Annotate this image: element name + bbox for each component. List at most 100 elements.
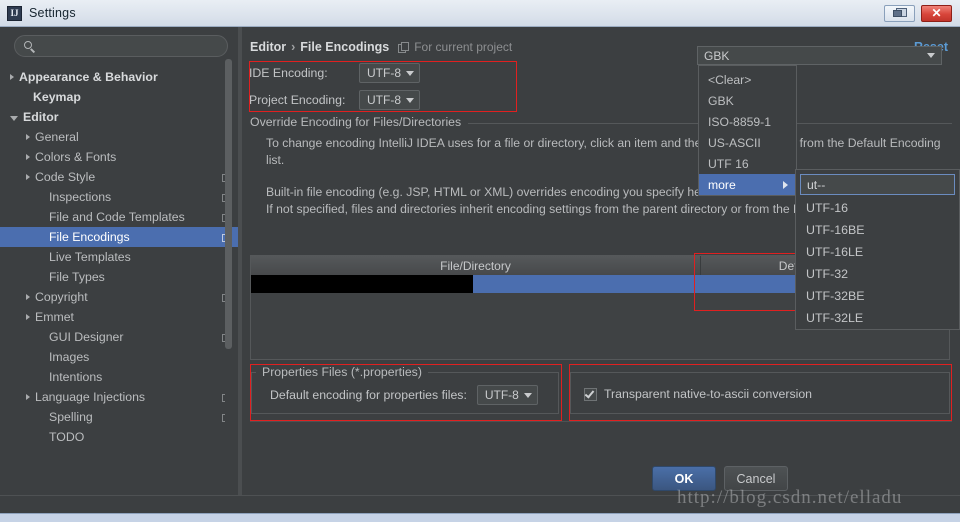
sidebar-item-label: Code Style [35,170,96,184]
sidebar-item-label: Emmet [35,310,74,324]
properties-encoding-row: Default encoding for properties files: U… [270,385,538,405]
sidebar-item-label: Editor [23,110,59,124]
chevron-down-icon [927,53,935,58]
sidebar-item-images[interactable]: Images [0,347,238,367]
sidebar-item-emmet[interactable]: Emmet [0,307,238,327]
submenu-item-utf-16[interactable]: UTF-16 [796,197,959,219]
transparent-conversion-label: Transparent native-to-ascii conversion [604,387,813,401]
sidebar-item-general[interactable]: General [0,127,238,147]
window-title: Settings [29,6,76,20]
search-box[interactable] [14,35,228,57]
dropdown-item-label: UTF 16 [708,156,749,171]
sidebar-item-label: Keymap [33,90,81,104]
settings-tree: Appearance & Behavior Keymap Editor General… [0,67,238,447]
submenu-item-utf-16be[interactable]: UTF-16BE [796,219,959,241]
sidebar-item-file-and-code-templates[interactable]: File and Code Templates [0,207,238,227]
submenu-item-utf-32be[interactable]: UTF-32BE [796,285,959,307]
breadcrumb-separator: › [291,40,296,54]
dropdown-item-label: US-ASCII [708,135,761,150]
cell-file-directory-redacted[interactable] [251,275,473,293]
chevron-right-icon [783,180,788,189]
chevron-down-icon [523,392,532,398]
submenu-item-utf-32le[interactable]: UTF-32LE [796,307,959,329]
project-encoding-combo[interactable]: UTF-8 [359,90,420,110]
sidebar-item-label: TODO [49,430,85,444]
search-icon [23,40,36,53]
breadcrumb-root[interactable]: Editor [250,40,286,54]
scope-label: For current project [414,40,513,54]
sidebar-item-label: GUI Designer [49,330,124,344]
dropdown-item-more[interactable]: more [699,174,796,195]
sidebar-scrollbar-thumb[interactable] [225,59,232,349]
transparent-conversion-row[interactable]: Transparent native-to-ascii conversion [584,387,812,401]
chevron-right-icon[interactable] [26,294,30,300]
ide-encoding-label: IDE Encoding: [249,66,328,80]
sidebar-item-todo[interactable]: TODO [0,427,238,447]
sidebar-item-file-encodings[interactable]: File Encodings [0,227,238,247]
sidebar-item-label: Inspections [49,190,112,204]
window-controls: ✕ [884,4,952,22]
submenu-item-utf-32[interactable]: UTF-32 [796,263,959,285]
transparent-conversion-checkbox[interactable] [584,387,597,401]
sidebar-item-copyright[interactable]: Copyright [0,287,238,307]
cell-file-directory-selected[interactable] [473,275,701,293]
sidebar-item-spelling[interactable]: Spelling [0,407,238,427]
chevron-right-icon[interactable] [10,74,14,80]
sidebar-item-label: File Types [49,270,105,284]
properties-encoding-label: Default encoding for properties files: [270,388,467,402]
dialog-buttons: OK Cancel [652,466,788,491]
sidebar-item-inspections[interactable]: Inspections [0,187,238,207]
chevron-right-icon[interactable] [26,134,30,140]
properties-encoding-combo[interactable]: UTF-8 [476,385,538,405]
sidebar-item-colors-fonts[interactable]: Colors & Fonts [0,147,238,167]
dropdown-item-iso-8859-1[interactable]: ISO-8859-1 [699,111,796,132]
dropdown-item-us-ascii[interactable]: US-ASCII [699,132,796,153]
sidebar-item-live-templates[interactable]: Live Templates [0,247,238,267]
sidebar-item-label: Spelling [49,410,93,424]
close-icon[interactable]: ✕ [921,4,952,22]
sidebar-item-gui-designer[interactable]: GUI Designer [0,327,238,347]
column-header-file-directory[interactable]: File/Directory [251,256,701,275]
sidebar-item-editor[interactable]: Editor [0,107,238,127]
encoding-dropdown-menu[interactable]: <Clear> GBK ISO-8859-1 US-ASCII UTF 16 more [698,65,797,196]
sidebar-item-language-injections[interactable]: Language Injections [0,387,238,407]
cancel-button[interactable]: Cancel [724,466,788,491]
chevron-right-icon[interactable] [26,174,30,180]
window-bottom-strip [0,513,960,522]
dropdown-item-label: more [708,177,736,192]
dropdown-item-label: <Clear> [708,72,752,87]
chevron-down-icon[interactable] [10,115,18,121]
dropdown-item-utf-16[interactable]: UTF 16 [699,153,796,174]
dropdown-item-clear[interactable]: <Clear> [699,69,796,90]
project-scope-icon [398,41,410,53]
sidebar-item-intentions[interactable]: Intentions [0,367,238,387]
chevron-right-icon[interactable] [26,154,30,160]
default-encoding-combo[interactable]: GBK [697,46,942,65]
sidebar-item-label: File and Code Templates [49,210,185,224]
submenu-item-utf-16le[interactable]: UTF-16LE [796,241,959,263]
sidebar-item-code-style[interactable]: Code Style [0,167,238,187]
sidebar-scrollbar[interactable] [225,59,232,463]
dialog-body: Appearance & Behavior Keymap Editor General… [0,27,960,495]
sidebar-item-file-types[interactable]: File Types [0,267,238,287]
submenu-filter-input[interactable]: ut-- [800,174,955,195]
sidebar-item-label: Language Injections [35,390,146,404]
dropdown-item-gbk[interactable]: GBK [699,90,796,111]
sidebar-item-label: Copyright [35,290,88,304]
chevron-down-icon [406,70,414,76]
sidebar-item-keymap[interactable]: Keymap [0,87,238,107]
lower-empty-panel [250,421,952,481]
encoding-submenu[interactable]: ut-- UTF-16 UTF-16BE UTF-16LE UTF-32 UTF-32B… [795,169,960,330]
restore-icon[interactable] [884,4,915,22]
settings-detail-pane: Editor › File Encodings For current proj… [242,27,960,495]
chevron-right-icon[interactable] [26,394,30,400]
ide-encoding-combo[interactable]: UTF-8 [359,63,420,83]
search-input[interactable] [42,39,219,53]
search-container [0,27,238,61]
sidebar-item-appearance-behavior[interactable]: Appearance & Behavior [0,67,238,87]
submenu-item-list: UTF-16 UTF-16BE UTF-16LE UTF-32 UTF-32BE UTF-… [796,197,959,329]
ok-button[interactable]: OK [652,466,716,491]
chevron-right-icon[interactable] [26,314,30,320]
project-encoding-label: Project Encoding: [249,93,346,107]
chevron-down-icon [406,97,414,103]
